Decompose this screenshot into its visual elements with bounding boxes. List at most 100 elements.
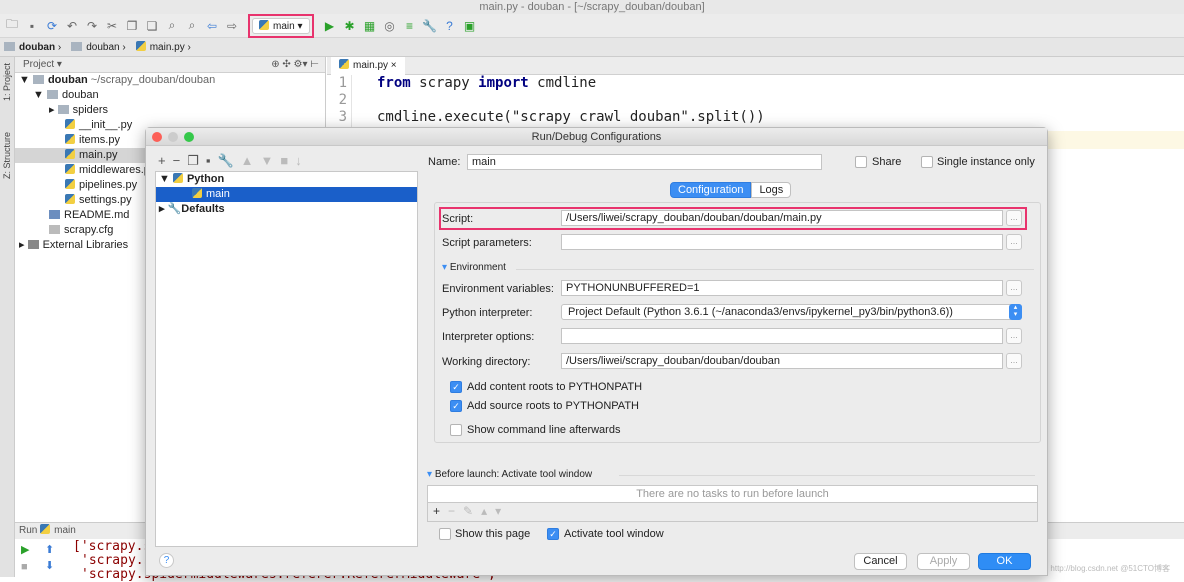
name-input[interactable]: main [467,154,822,170]
save-icon[interactable]: ▪ [24,18,40,34]
close-window-button[interactable] [152,132,162,142]
config-tabs: Configuration Logs [670,182,792,198]
cancel-button[interactable]: Cancel [854,553,907,570]
activate-tool-window-checkbox[interactable]: ✓ [547,528,559,540]
workdir-input[interactable]: /Users/liwei/scrapy_douban/douban/douban [561,353,1003,369]
script-input[interactable]: /Users/liwei/scrapy_douban/douban/douban… [561,210,1003,226]
project-tool-tab[interactable]: 1: Project [2,63,12,101]
back-icon[interactable]: ⇦ [204,18,220,34]
run-debug-dialog: Run/Debug Configurations +−❐▪🔧▲▼■↓ ▼ Pyt… [145,127,1048,576]
toolbar: 🗀 ▪ ⟳ ↶ ↷ ✂ ❐ ❏ ⌕ ⌕ ⇦ ⇨ main ▾ ▶ ✱ ▦ ◎ ≡… [0,13,1184,38]
apply-button[interactable]: Apply [917,553,970,570]
find-icon[interactable]: ⌕ [164,18,180,34]
scroll-up-icon[interactable]: ⬆ [45,543,54,556]
vcs-icon[interactable]: ▣ [462,18,478,34]
tab-configuration[interactable]: Configuration [670,182,752,198]
run-config-selector[interactable]: main ▾ [248,13,314,38]
show-cmd-checkbox[interactable] [450,424,462,436]
interpreter-label: Python interpreter: [442,307,533,319]
forward-icon[interactable]: ⇨ [224,18,240,34]
browse-script-button[interactable]: … [1006,210,1022,226]
zoom-window-button[interactable] [184,132,194,142]
tree-item[interactable]: ▼ douban [15,88,325,103]
remove-config-icon[interactable]: − [173,153,188,168]
script-label: Script: [442,213,474,225]
side-tool-strip: 1: Project Z: Structure [0,57,15,577]
replace-icon[interactable]: ⌕ [184,18,200,34]
breadcrumb-item[interactable]: douban › [71,41,126,53]
build-icon[interactable]: ≡ [402,18,418,34]
browse-workdir-button[interactable]: … [1006,353,1022,369]
help-button[interactable]: ? [159,553,174,568]
tree-main-config[interactable]: main [156,187,417,202]
edit-task-icon[interactable]: ✎ [463,504,481,518]
help-icon[interactable]: ? [442,18,458,34]
move-up-icon[interactable]: ▲ [241,153,261,168]
tree-python[interactable]: ▼ Python [156,172,417,187]
line-number: 3 [338,109,347,125]
rerun-icon[interactable]: ▶ [21,543,29,556]
structure-tool-tab[interactable]: Z: Structure [2,132,12,179]
code-area[interactable]: 1 2 3 from scrapy import cmdline cmdline… [327,75,1184,515]
settings-icon[interactable]: 🔧 [422,18,438,34]
share-checkbox[interactable] [855,156,867,168]
sync-icon[interactable]: ⟳ [44,18,60,34]
ok-button[interactable]: OK [978,553,1031,570]
move-down-icon[interactable]: ▼ [261,153,281,168]
dialog-title: Run/Debug Configurations [146,128,1047,146]
share-label: Share [872,156,902,168]
run-icon[interactable]: ▶ [322,18,338,34]
add-source-roots-checkbox[interactable]: ✓ [450,400,462,412]
single-instance-checkbox[interactable] [921,156,933,168]
save-config-icon[interactable]: ▪ [206,153,218,168]
debug-icon[interactable]: ✱ [342,18,358,34]
profile-icon[interactable]: ◎ [382,18,398,34]
add-task-icon[interactable]: + [433,504,448,518]
activate-tool-window-label: Activate tool window [564,528,664,540]
config-toolbar: +−❐▪🔧▲▼■↓ [158,153,309,169]
interp-opts-input[interactable] [561,328,1003,344]
env-vars-label: Environment variables: [442,283,554,295]
expand-params-button[interactable]: … [1006,234,1022,250]
tree-item[interactable]: ▸ spiders [15,103,325,118]
run-config-label: main [273,20,295,32]
line-number: 1 [338,75,347,91]
script-params-input[interactable] [561,234,1003,250]
add-content-roots-checkbox[interactable]: ✓ [450,381,462,393]
interpreter-select[interactable]: Project Default (Python 3.6.1 (~/anacond… [561,304,1022,320]
show-this-page-label: Show this page [455,528,531,540]
undo-icon[interactable]: ↶ [64,18,80,34]
task-down-icon[interactable]: ▾ [495,504,509,518]
tree-defaults[interactable]: ▸ 🔧Defaults [156,202,417,217]
show-this-page-checkbox[interactable] [439,528,451,540]
redo-icon[interactable]: ↷ [84,18,100,34]
minimize-window-button[interactable] [168,132,178,142]
expand-opts-button[interactable]: … [1006,328,1022,344]
task-up-icon[interactable]: ▴ [481,504,495,518]
before-launch-section[interactable]: ▾ Before launch: Activate tool window [427,469,592,480]
tab-logs[interactable]: Logs [751,182,792,198]
tree-item[interactable]: ▼ douban ~/scrapy_douban/douban [15,73,325,88]
cut-icon[interactable]: ✂ [104,18,120,34]
edit-defaults-icon[interactable]: 🔧 [217,153,240,168]
edit-env-vars-button[interactable]: … [1006,280,1022,296]
open-icon[interactable]: 🗀 [4,17,20,34]
scroll-down-icon[interactable]: ⬇ [45,559,54,572]
breadcrumb-item[interactable]: douban › [4,41,61,53]
select-arrows-icon: ▴ ▾ [1009,304,1022,320]
project-panel-header[interactable]: Project ▾ ⊕ ✣ ⚙▾ ⊢ [15,57,325,73]
env-vars-input[interactable]: PYTHONUNBUFFERED=1 [561,280,1003,296]
environment-section[interactable]: ▾ Environment [442,262,506,273]
sort-icon[interactable]: ↓ [295,153,309,168]
stop-icon[interactable]: ■ [21,561,28,573]
coverage-icon[interactable]: ▦ [362,18,378,34]
add-config-icon[interactable]: + [158,153,173,168]
editor-tab[interactable]: main.py × [331,57,405,75]
folder-icon[interactable]: ■ [280,153,295,168]
breadcrumb-item[interactable]: main.py › [135,41,191,53]
copy-icon[interactable]: ❐ [124,18,140,34]
config-tree: ▼ Python main ▸ 🔧Defaults [155,171,418,547]
copy-config-icon[interactable]: ❐ [187,153,206,168]
paste-icon[interactable]: ❏ [144,18,160,34]
remove-task-icon[interactable]: − [448,504,463,518]
